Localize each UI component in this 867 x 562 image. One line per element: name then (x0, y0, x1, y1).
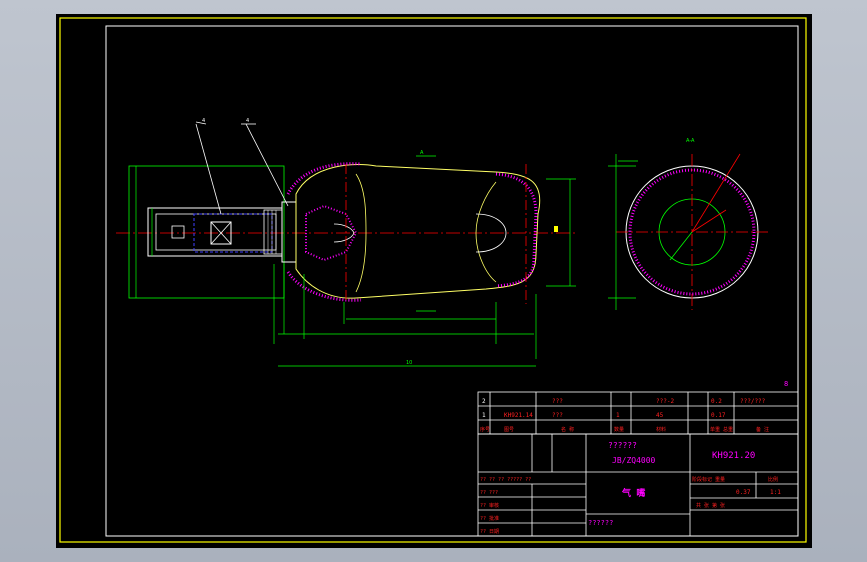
sign-row-1: ?? ??? (480, 490, 498, 496)
drawing-canvas: 8 4 4 10 A A-A 2 ??? ???-2 0.2 ???/??? 1… (59, 17, 807, 543)
header-material: 材料 (656, 426, 666, 433)
cavity-right (475, 181, 497, 283)
row1-material: 45 (656, 412, 664, 419)
header-note: 备 注 (756, 426, 769, 433)
scale-label: 比例 (768, 476, 778, 483)
outer-frame (59, 17, 807, 543)
side-radius-2 (691, 209, 727, 233)
section-label-top: A (420, 150, 424, 156)
main-view: 4 4 10 A (116, 118, 576, 367)
shell-hatch-right (495, 172, 538, 288)
inner-frame (105, 25, 799, 537)
sign-row-2: ?? 审核 (480, 502, 499, 509)
footer-note: ?????? (588, 519, 613, 527)
leader-2 (245, 123, 289, 207)
sign-row-3: ?? 批准 (480, 515, 499, 522)
stage-label: 阶段标记 重量 (692, 476, 725, 483)
header-mass: 单重 总重 (710, 426, 733, 433)
company-line1: ?????? (608, 441, 637, 450)
stem-body (147, 207, 283, 257)
title-block-text: ?????? JB/ZQ4000 KH921.20 气 嘴 ?? ?? ?? ?… (480, 441, 781, 535)
sign-row-0: ?? ?? ?? ????? ?? (480, 477, 531, 483)
row1-qty: 1 (616, 412, 620, 419)
side-radius-1 (691, 153, 741, 233)
row2-mass: 0.2 (711, 398, 722, 405)
parts-list-text: 2 ??? ???-2 0.2 ???/??? 1 KH921.14 ??? 1… (480, 398, 769, 433)
row1-name: ??? (552, 412, 563, 419)
header-no: 序号 (480, 426, 490, 433)
title-block (477, 433, 799, 537)
weight-value: 0.37 (736, 489, 751, 496)
scale-value: 1:1 (770, 489, 781, 496)
stem-tip (171, 225, 185, 239)
dim-total-label: 10 (406, 360, 412, 366)
sheet-label: 共 张 第 张 (696, 502, 725, 509)
sign-row-4: ?? 日期 (480, 529, 499, 535)
shell-hatch-left-bottom (286, 271, 362, 302)
part-name: 气 嘴 (621, 487, 645, 499)
leader-1 (195, 123, 222, 215)
header-name: 名 称 (561, 426, 574, 433)
section-marker (554, 226, 558, 232)
stem-inner (155, 213, 277, 251)
thread-section (263, 209, 283, 255)
leader-label-2: 4 (246, 118, 249, 124)
cad-viewport: 8 4 4 10 A A-A 2 ??? ???-2 0.2 ???/??? 1… (0, 0, 867, 562)
row2-note: ???/??? (740, 398, 766, 405)
header-code: 图号 (504, 427, 514, 433)
side-view: A-A (608, 138, 768, 310)
drawing-sheet: 8 4 4 10 A A-A 2 ??? ???-2 0.2 ???/??? 1… (56, 14, 812, 548)
leader-label-1: 4 (202, 118, 205, 124)
side-radius-3 (669, 231, 693, 261)
company-line2: JB/ZQ4000 (612, 456, 656, 465)
row1-mass: 0.17 (711, 412, 726, 419)
side-view-label: A-A (686, 138, 695, 144)
row2-name: ??? (552, 398, 563, 405)
row2-no: 2 (482, 398, 486, 405)
body-contour (295, 163, 541, 299)
drawing-code: KH921.20 (712, 451, 755, 461)
row2-material: ???-2 (656, 398, 674, 405)
header-qty: 数量 (614, 426, 624, 433)
row1-code: KH921.14 (504, 412, 533, 419)
sheet-number: 8 (784, 380, 788, 388)
row1-no: 1 (482, 412, 486, 419)
